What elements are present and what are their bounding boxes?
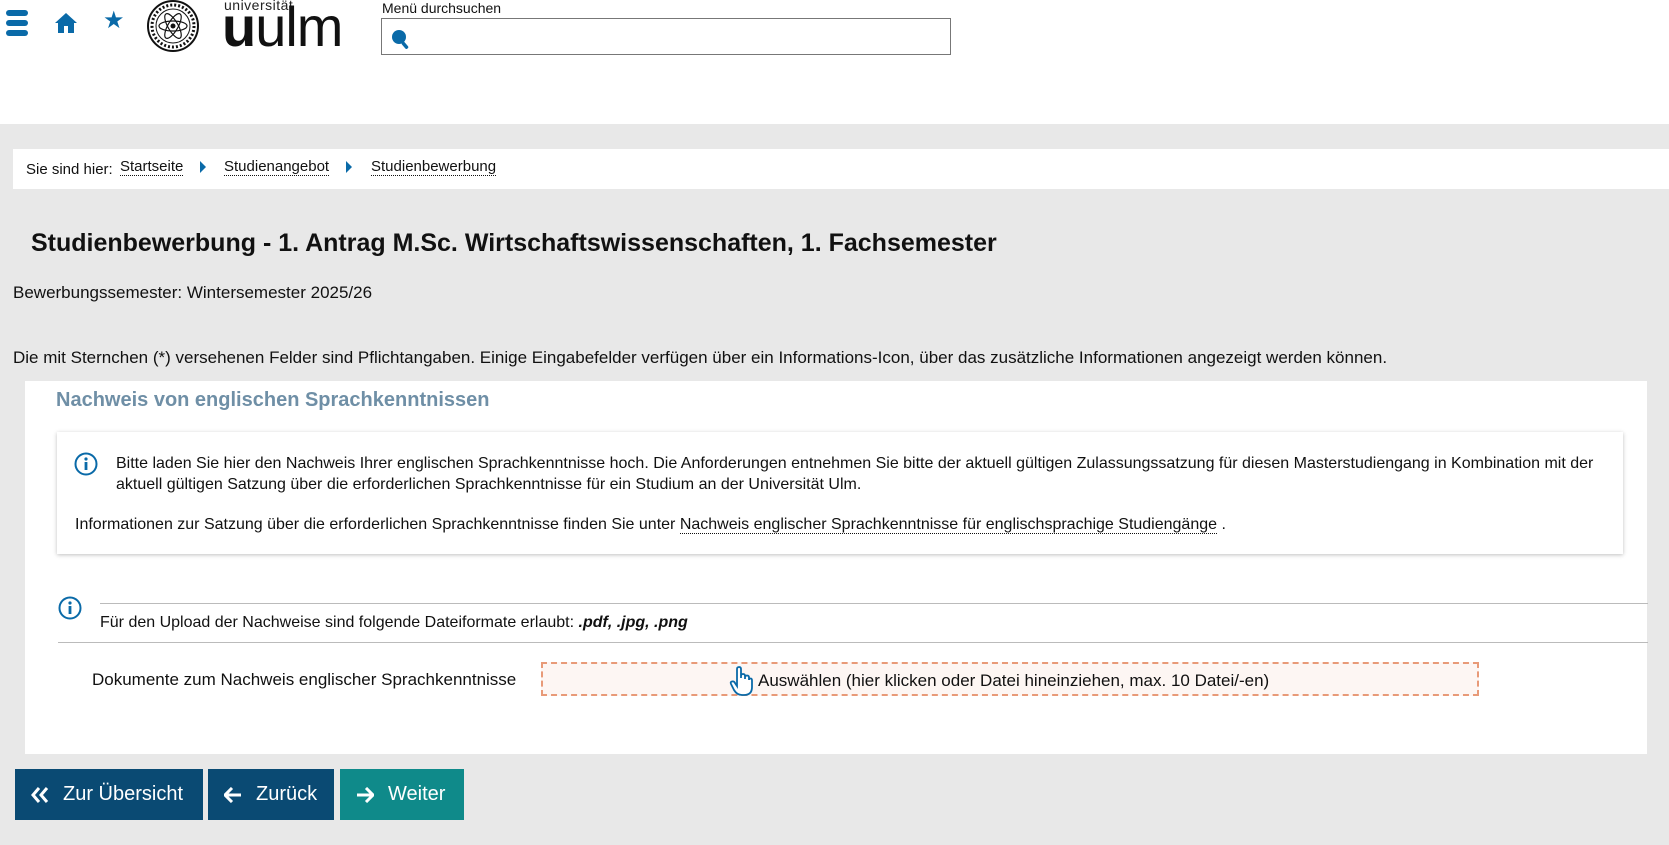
back-button[interactable]: Zurück: [208, 769, 334, 820]
dropzone-text: Auswählen (hier klicken oder Datei hinei…: [758, 671, 1270, 690]
info-icon[interactable]: [58, 596, 82, 625]
header: ★ universität uulm Menü durchsuchen: [0, 0, 1669, 124]
breadcrumb-link-studienbewerbung[interactable]: Studienbewerbung: [371, 158, 497, 176]
documents-label: Dokumente zum Nachweis englischer Sprach…: [92, 670, 517, 689]
english-proof-link[interactable]: Nachweis englischer Sprachkenntnisse für…: [679, 516, 1218, 534]
required-fields-note: Die mit Sternchen (*) versehenen Felder …: [13, 348, 1388, 367]
english-proof-panel: Nachweis von englischen Sprachkenntnisse…: [25, 381, 1648, 754]
overview-button-label: Zur Übersicht: [63, 783, 184, 805]
next-button-label: Weiter: [388, 783, 446, 805]
overview-button[interactable]: Zur Übersicht: [15, 769, 203, 820]
panel-title: Nachweis von englischen Sprachkenntnisse…: [56, 389, 490, 411]
search-input[interactable]: [382, 19, 950, 54]
info-text-satzung: Informationen zur Satzung über die erfor…: [75, 516, 1226, 534]
arrow-right-icon: [356, 786, 374, 803]
info-text-satzung-prefix: Informationen zur Satzung über die erfor…: [75, 516, 676, 533]
search-icon: [390, 28, 410, 55]
info-text-satzung-suffix: .: [1221, 516, 1226, 533]
allowed-formats-text: Für den Upload der Nachweise sind folgen…: [100, 614, 688, 632]
info-card: Bitte laden Sie hier den Nachweis Ihrer …: [57, 432, 1623, 554]
home-icon[interactable]: [54, 12, 78, 39]
search-label: Menü durchsuchen: [382, 0, 502, 16]
allowed-formats-value: .pdf, .jpg, .png: [578, 614, 688, 631]
info-icon: [74, 452, 98, 481]
file-upload-dropzone[interactable]: Auswählen (hier klicken oder Datei hinei…: [541, 662, 1479, 696]
search-field[interactable]: [381, 18, 951, 55]
logo-wordmark: uulm: [222, 0, 343, 58]
allowed-formats-prefix: Für den Upload der Nachweise sind folgen…: [100, 614, 575, 631]
double-chevron-left-icon: [31, 786, 49, 803]
hand-pointer-icon: [728, 662, 754, 702]
next-button[interactable]: Weiter: [340, 769, 464, 820]
breadcrumb-link-startseite[interactable]: Startseite: [120, 158, 184, 176]
breadcrumb: Sie sind hier: Startseite Studienangebot…: [13, 149, 1669, 189]
university-seal-logo: [145, 0, 201, 52]
application-semester: Bewerbungssemester: Wintersemester 2025/…: [13, 283, 373, 302]
menu-icon[interactable]: [6, 10, 28, 38]
star-icon[interactable]: ★: [103, 9, 125, 33]
divider: [58, 642, 1648, 643]
chevron-right-icon: [344, 160, 354, 178]
page-title: Studienbewerbung - 1. Antrag M.Sc. Wirts…: [31, 229, 997, 257]
chevron-right-icon: [198, 160, 208, 178]
breadcrumb-link-studienangebot[interactable]: Studienangebot: [224, 158, 330, 176]
arrow-left-icon: [224, 786, 242, 803]
breadcrumb-prefix: Sie sind hier:: [26, 161, 113, 178]
divider: [100, 603, 1648, 604]
info-text: Bitte laden Sie hier den Nachweis Ihrer …: [116, 455, 1594, 493]
back-button-label: Zurück: [256, 783, 318, 805]
